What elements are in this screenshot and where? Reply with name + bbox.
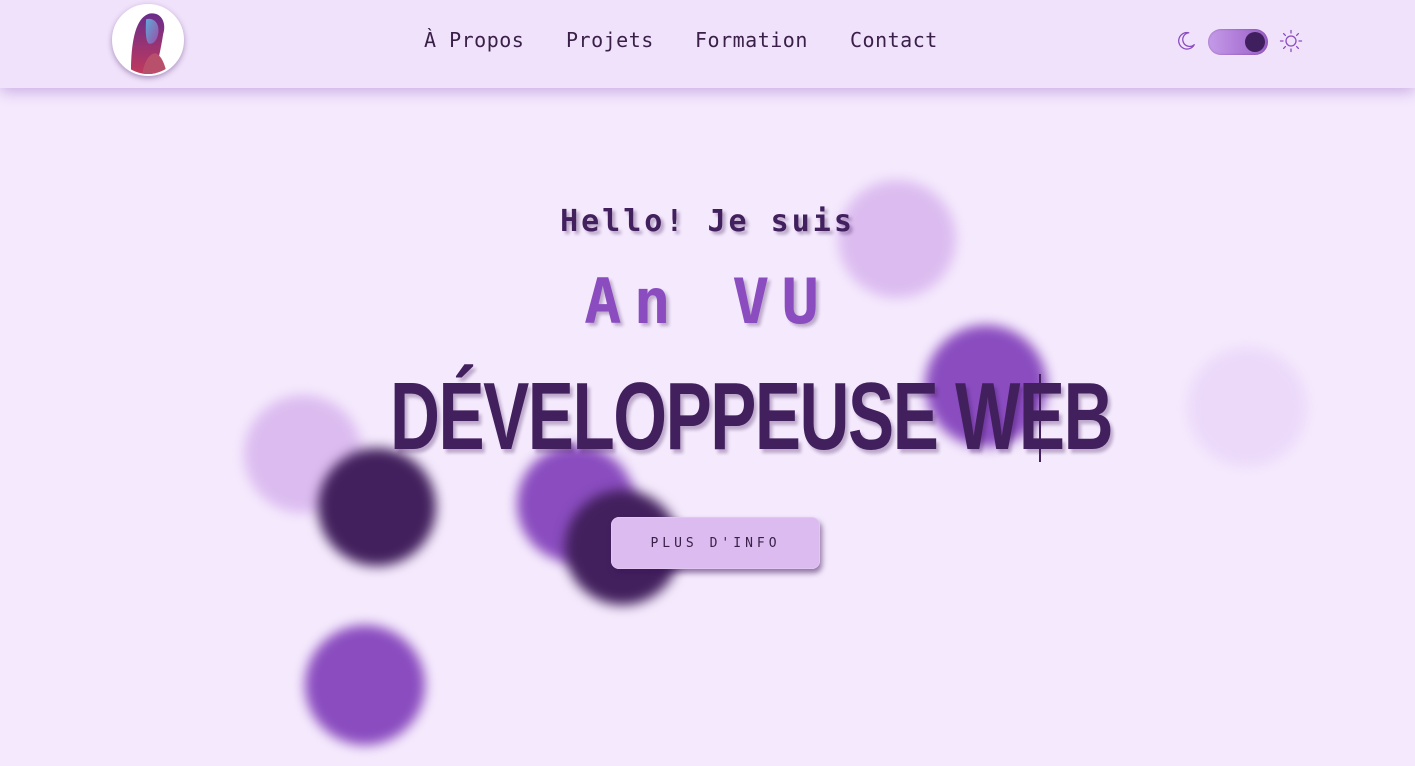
theme-toggle[interactable] <box>1208 29 1268 55</box>
nav-link-contact[interactable]: Contact <box>850 28 938 52</box>
nav-link-a-propos[interactable]: À Propos <box>424 28 524 52</box>
hero-section: Hello! Je suis An VU DÉVELOPPEUSE WEB PL… <box>0 0 1415 766</box>
hero-greeting: Hello! Je suis <box>560 204 855 239</box>
theme-switcher <box>1175 28 1305 56</box>
moon-icon <box>1178 31 1195 50</box>
nav-link-formation[interactable]: Formation <box>695 28 808 52</box>
toggle-knob <box>1245 32 1265 52</box>
hero-role-typed-text: DÉVELOPPEUSE WEB <box>390 363 1113 470</box>
typing-caret <box>1039 374 1041 462</box>
site-header: À Propos Projets Formation Contact <box>0 0 1415 88</box>
more-info-button[interactable]: PLUS D'INFO <box>611 517 820 569</box>
hero-name: An VU <box>584 265 831 338</box>
nav-link-projets[interactable]: Projets <box>566 28 654 52</box>
sun-icon <box>1279 29 1303 53</box>
